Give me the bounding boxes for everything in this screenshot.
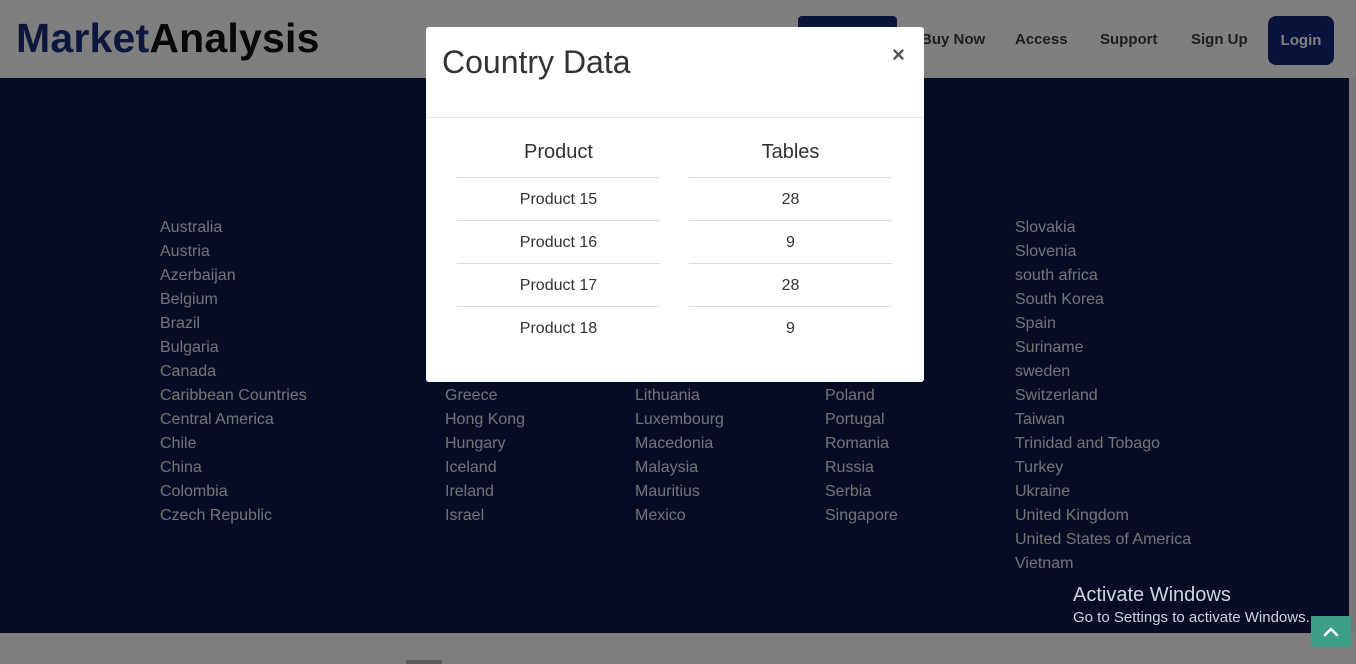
chevron-up-icon xyxy=(1323,627,1339,636)
close-icon[interactable]: × xyxy=(892,44,905,66)
modal-header: Country Data × xyxy=(426,27,924,118)
table-cell-product: Product 15 xyxy=(457,178,660,221)
scroll-to-top-button[interactable] xyxy=(1311,616,1351,647)
table-cell-product: Product 18 xyxy=(519,320,598,337)
windows-activation-watermark: Activate Windows Go to Settings to activ… xyxy=(1073,584,1310,629)
table-cell-product: Product 17 xyxy=(457,264,660,307)
table-cell-product: Product 16 xyxy=(457,221,660,264)
watermark-subtitle: Go to Settings to activate Windows. xyxy=(1073,609,1310,626)
tables-column: Tables 28 9 28 9 xyxy=(689,127,892,350)
table-cell-tables: 9 xyxy=(786,320,795,337)
table-cell-tables: 28 xyxy=(689,178,892,221)
country-data-modal: Country Data × Product Product 15 Produc… xyxy=(426,27,924,382)
column-header-tables: Tables xyxy=(689,127,892,178)
modal-title: Country Data xyxy=(442,44,631,80)
column-header-product: Product xyxy=(457,127,660,178)
table-cell-tables: 28 xyxy=(689,264,892,307)
watermark-title: Activate Windows xyxy=(1073,584,1231,606)
table-cell-tables: 9 xyxy=(689,221,892,264)
product-column: Product Product 15 Product 16 Product 17… xyxy=(457,127,660,350)
